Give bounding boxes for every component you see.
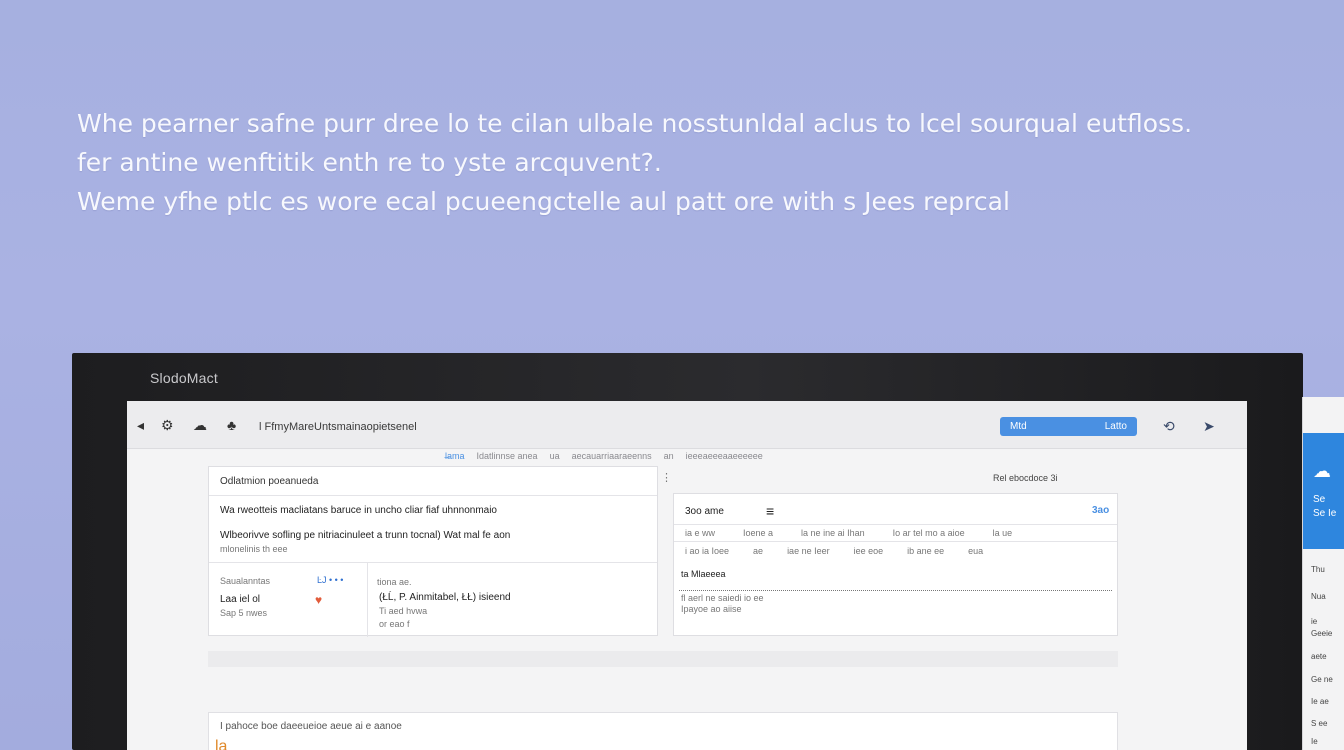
cloud-icon: ☁ [1313,461,1331,481]
column-header: la ue [992,528,1013,538]
card-text-line: Wa rweotteis macliatans baruce in uncho … [220,505,497,516]
side-list-item[interactable]: Thu [1311,565,1325,574]
side-panel-header-text: Se Se Ie [1313,493,1336,521]
subnav-item[interactable]: ua [550,451,560,461]
send-icon[interactable]: ➤ [1203,418,1215,435]
table-cell: iee eoe [853,546,884,556]
right-card-label: Rel ebocdoce 3i [993,473,1058,483]
settings-icon[interactable]: ⚙ [161,417,174,433]
note-line: fl aerl ne saiedi io ee [681,593,764,603]
heart-icon[interactable]: ♥ [315,593,322,607]
bottom-content-card: I pahoce boe daeeueioe aeue ai e aanoe l… [208,712,1118,750]
subnav-item[interactable]: aecauarriaaraeenns [572,451,652,461]
row-sub: Sap 5 nwes [220,608,268,618]
hero-line-1: Whe pearner safne purr dree lo te cilan … [77,109,1193,138]
table-row[interactable]: i ao ia Ioee ae iae ne Ieer iee eoe ib a… [685,546,983,556]
column-header: la ne ine ai Ihan [801,528,865,538]
subnav-item[interactable]: l̶ama [445,451,465,461]
primary-button-label-left: Mtd [1010,421,1027,432]
subnav-item[interactable]: ieeeaeeeaaeeeeee [686,451,763,461]
side-list-item[interactable]: ie [1311,617,1317,626]
hero-line-3: Weme yfhe ptlc es wore ecal pcueengctell… [77,187,1010,216]
bottom-card-text: I pahoce boe daeeueioe aeue ai e aanoe [220,721,402,732]
side-list-item[interactable]: Geeie [1311,629,1332,638]
table-cell: i ao ia Ioee [685,546,730,556]
divider [367,562,368,637]
sub-navigation: l̶ama Idatlinnse anea ua aecauarriaaraee… [445,451,763,461]
side-panel: ☁ Se Se Ie Thu Nua ie Geeie aete Ge ne I… [1302,397,1344,750]
table-cell: ib ane ee [907,546,945,556]
back-icon[interactable]: ◂ [137,417,144,433]
bottom-card-tag: la [215,738,228,750]
bell-icon[interactable]: ♣ [227,417,236,433]
sync-icon[interactable]: ⟲ [1163,418,1175,435]
hero-text: Whe pearner safne purr dree lo te cilan … [77,104,1307,221]
browser-toolbar: ◂ ⚙ ☁ ♣ l FfmyMareUntsmainaopietsenel Mt… [127,401,1247,449]
side-header-line: Se [1313,494,1326,505]
row-tags[interactable]: ĿJ • • • [317,575,343,585]
drag-handle-icon[interactable]: ⋮ [661,471,672,484]
left-content-card: Odlatmion poeanueda Wa rweotteis macliat… [208,466,658,637]
side-list-item[interactable]: S ee [1311,719,1327,728]
content-band [208,651,1118,667]
card-text-line: Wlbeorivve sofling pe nitriacinuleet a t… [220,530,511,541]
subnav-item[interactable]: Idatlinnse anea [477,451,538,461]
primary-action-button[interactable]: Mtd Latto [1000,417,1137,436]
column-header: ia e ww [685,528,716,538]
divider [674,541,1117,542]
column-header: Ioene a [743,528,774,538]
monitor-brand: SlodoMact [150,370,218,386]
side-panel-header[interactable]: ☁ Se Se Ie [1303,433,1344,549]
side-list-item[interactable]: Nua [1311,592,1326,601]
table-cell: eua [968,546,984,556]
column-header: Io ar tel mo a aioe [892,528,965,538]
divider [209,562,657,563]
row-head: tiona ae. [377,577,412,587]
cloud-icon[interactable]: ☁ [193,417,207,433]
column-headers: ia e ww Ioene a la ne ine ai Ihan Io ar … [685,528,1012,538]
row-title[interactable]: (ŁĹ, P. Ainmitabel, ŁŁ) isieend [379,592,511,603]
primary-button-label-right: Latto [1104,421,1127,432]
divider [209,495,657,496]
divider [674,524,1117,525]
monitor-frame: SlodoMact ◂ ⚙ ☁ ♣ l FfmyMareUntsmainaopi… [72,353,1303,750]
side-header-line: Se Ie [1313,508,1337,519]
card-header: 3oo ame [685,506,724,517]
count-badge[interactable]: 3ao [1092,505,1109,516]
row-sub: or eao f [379,619,410,629]
subnav-item[interactable]: an [664,451,674,461]
app-screen: ◂ ⚙ ☁ ♣ l FfmyMareUntsmainaopietsenel Mt… [127,401,1247,750]
row-value: Laa iel ol [220,594,261,605]
section-title: ta Mlaeeea [681,569,726,579]
side-list-item[interactable]: Ie ae [1311,697,1329,706]
right-content-card: 3oo ame ≡ 3ao ia e ww Ioene a la ne ine … [673,493,1118,636]
table-cell: iae ne Ieer [787,546,830,556]
dotted-line [679,590,1112,591]
card-header: Odlatmion poeanueda [220,476,319,487]
note-line: Ipayoe ao aiise [681,604,742,614]
card-text-line: mlonelinis th eee [220,544,288,554]
menu-icon[interactable]: ≡ [766,503,774,519]
hero-line-2: fer antine wenftitik enth re to yste arc… [77,148,662,177]
side-list-item[interactable]: aete [1311,652,1327,661]
side-list-item[interactable]: Ge ne [1311,675,1333,684]
side-list-item[interactable]: Ie [1311,737,1318,746]
row-label: Saualanntas [220,576,271,586]
row-sub: Ti aed hvwa [379,606,428,616]
address-bar[interactable]: l FfmyMareUntsmainaopietsenel [259,421,417,433]
table-cell: ae [753,546,764,556]
